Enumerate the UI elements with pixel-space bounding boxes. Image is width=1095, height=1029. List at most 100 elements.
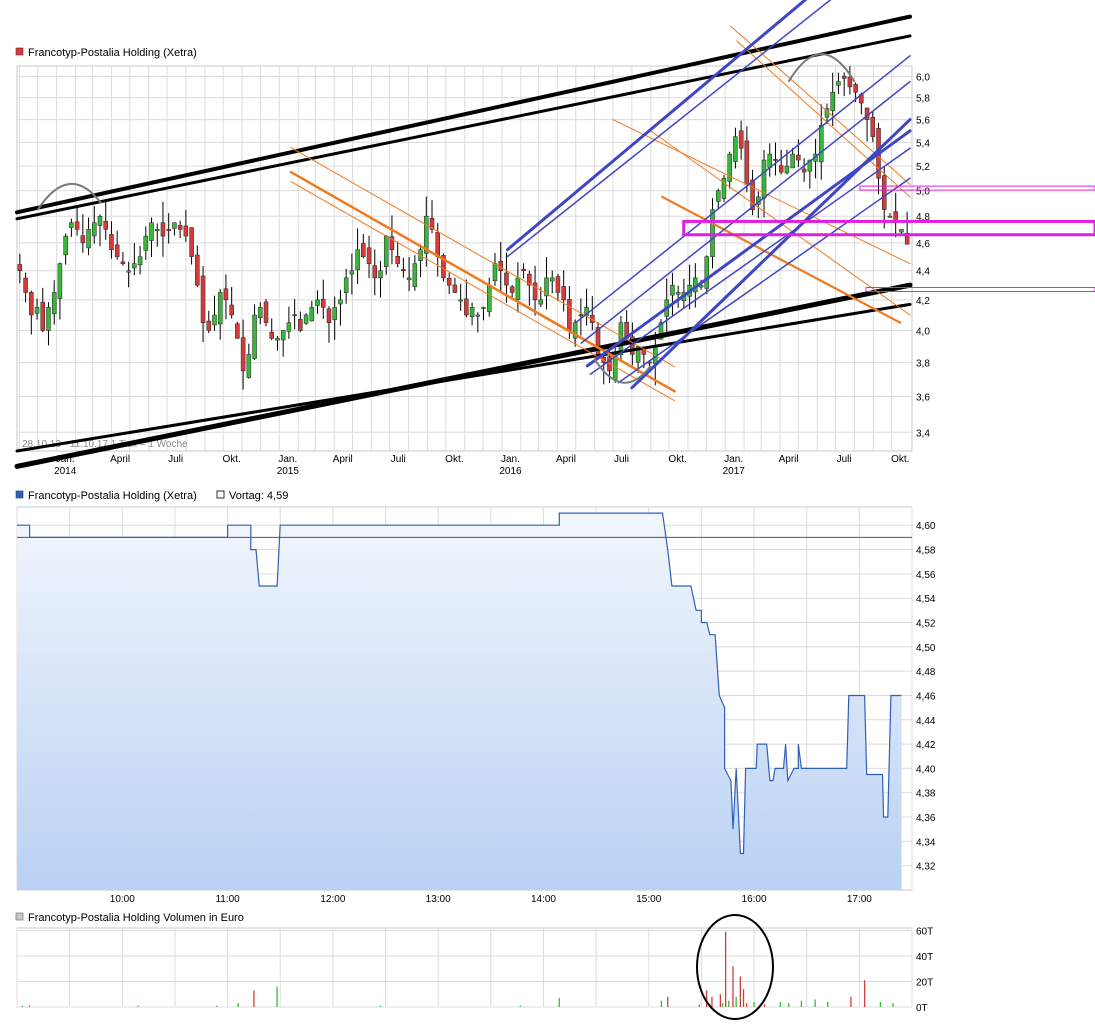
intraday-y-tick-label: 4,48 — [916, 667, 936, 678]
intraday-x-tick-label: 12:00 — [320, 894, 345, 905]
weekly-y-tick-label: 4,4 — [916, 267, 930, 278]
weekly-y-tick-label: 5,6 — [916, 116, 930, 127]
candle-body — [200, 275, 206, 323]
candle-body — [899, 229, 904, 233]
candle-body — [252, 314, 257, 359]
volume-y-axis: 0T 20T 40T 60T — [916, 927, 933, 1014]
weekly-x-tick-label: April — [110, 454, 130, 465]
weekly-y-tick-label: 4,0 — [916, 326, 930, 337]
candle-body — [97, 215, 103, 226]
candle-body — [126, 270, 131, 273]
intraday-y-tick-label: 4,36 — [916, 813, 936, 824]
candle-body — [504, 272, 509, 286]
intraday-y-tick-label: 4,44 — [916, 716, 936, 727]
weekly-y-tick-label: 5,4 — [916, 138, 930, 149]
weekly-y-tick-label: 5,0 — [916, 187, 930, 198]
candle-body — [137, 256, 143, 266]
candle-body — [670, 284, 675, 296]
candle-body — [567, 299, 572, 331]
weekly-y-tick-label: 3,4 — [916, 428, 930, 439]
candle-body — [492, 263, 498, 282]
weekly-x-tick-label: Juli — [837, 454, 852, 465]
candle-body — [51, 292, 57, 315]
candle-body — [80, 235, 86, 244]
intraday-y-tick-label: 4,42 — [916, 740, 936, 751]
weekly-x-axis: Jan.2014April Juli Okt. Jan.2015April Juli Ok… — [54, 454, 909, 477]
legend-marker-prev-close — [216, 490, 225, 499]
candle-body — [29, 292, 34, 316]
candle-body — [229, 304, 234, 316]
weekly-y-tick-label: 5,8 — [916, 94, 930, 105]
intraday-y-tick-label: 4,56 — [916, 570, 936, 581]
intraday-y-tick-label: 4,40 — [916, 764, 936, 775]
candle-body — [280, 330, 286, 341]
candle-body — [298, 319, 303, 331]
volume-y-tick-label: 0T — [916, 1003, 928, 1014]
candle-body — [246, 354, 252, 378]
volume-chart-panel: Francotyp-Postalia Holding Volumen in Eu… — [15, 912, 933, 1020]
candle-body — [870, 117, 876, 137]
intraday-chart-panel: Francotyp-Postalia Holding (Xetra) Vorta… — [15, 490, 936, 905]
candle-body — [114, 244, 120, 257]
prev-close-label: Vortag: 4,59 — [229, 490, 288, 502]
candle-body — [303, 314, 309, 324]
weekly-x-tick-label: Juli — [168, 454, 183, 465]
candle-body — [801, 168, 807, 173]
intraday-y-tick-label: 4,32 — [916, 862, 936, 873]
volume-y-tick-label: 60T — [916, 927, 933, 938]
candle-body — [361, 243, 366, 257]
candle-body — [509, 286, 515, 293]
candle-body — [240, 337, 246, 372]
candle-body — [69, 222, 74, 228]
weekly-x-tick-label: Jan. — [501, 454, 520, 465]
candle-body — [34, 307, 40, 314]
candle-body — [315, 299, 320, 306]
candle-body — [86, 229, 91, 249]
candle-body — [469, 307, 475, 318]
candle-body — [819, 124, 824, 163]
intraday-y-axis: 4,32 4,34 4,36 4,38 4,40 4,42 4,44 4,46 4,48 4,50… — [916, 521, 936, 872]
candle-body — [721, 177, 727, 199]
candle-body — [675, 292, 681, 295]
volume-plot-area — [16, 927, 913, 1008]
candle-body — [223, 288, 229, 301]
weekly-x-tick-label: April — [333, 454, 353, 465]
candle-body — [355, 249, 360, 271]
candle-body — [349, 270, 355, 275]
candle-body — [378, 270, 383, 279]
volume-y-tick-label: 20T — [916, 978, 933, 989]
weekly-x-tick-label: April — [556, 454, 576, 465]
candle-body — [464, 298, 469, 316]
intraday-y-tick-label: 4,52 — [916, 619, 936, 630]
weekly-x-tick-label: Juli — [614, 454, 629, 465]
candle-body — [63, 235, 68, 256]
intraday-y-tick-label: 4,54 — [916, 594, 936, 605]
candle-body — [767, 153, 773, 168]
weekly-y-tick-label: 5,2 — [916, 162, 930, 173]
candle-body — [401, 269, 406, 271]
weekly-x-tick-label: Juli — [391, 454, 406, 465]
candle-body — [841, 75, 847, 79]
weekly-y-tick-label: 6,0 — [916, 72, 930, 83]
intraday-y-tick-label: 4,38 — [916, 789, 936, 800]
weekly-x-tick-label: Okt. — [223, 454, 241, 465]
weekly-x-tick-label: Okt. — [891, 454, 909, 465]
candle-body — [292, 314, 297, 317]
candle-body — [549, 277, 555, 282]
weekly-chart-title: Francotyp-Postalia Holding (Xetra) — [28, 47, 197, 59]
candle-body — [481, 307, 486, 309]
candle-body — [343, 277, 349, 293]
candle-body — [784, 165, 790, 174]
candle-body — [154, 229, 160, 231]
intraday-y-tick-label: 4,46 — [916, 691, 936, 702]
candle-body — [406, 277, 412, 281]
candle-body — [275, 338, 280, 341]
candle-body — [143, 235, 149, 251]
weekly-x-year-label: 2015 — [277, 466, 300, 477]
candle-body — [561, 286, 566, 301]
intraday-chart-title: Francotyp-Postalia Holding (Xetra) — [28, 490, 197, 502]
candle-body — [57, 263, 63, 299]
candle-body — [338, 299, 343, 305]
weekly-x-tick-label: Okt. — [668, 454, 686, 465]
candle-body — [836, 81, 841, 86]
